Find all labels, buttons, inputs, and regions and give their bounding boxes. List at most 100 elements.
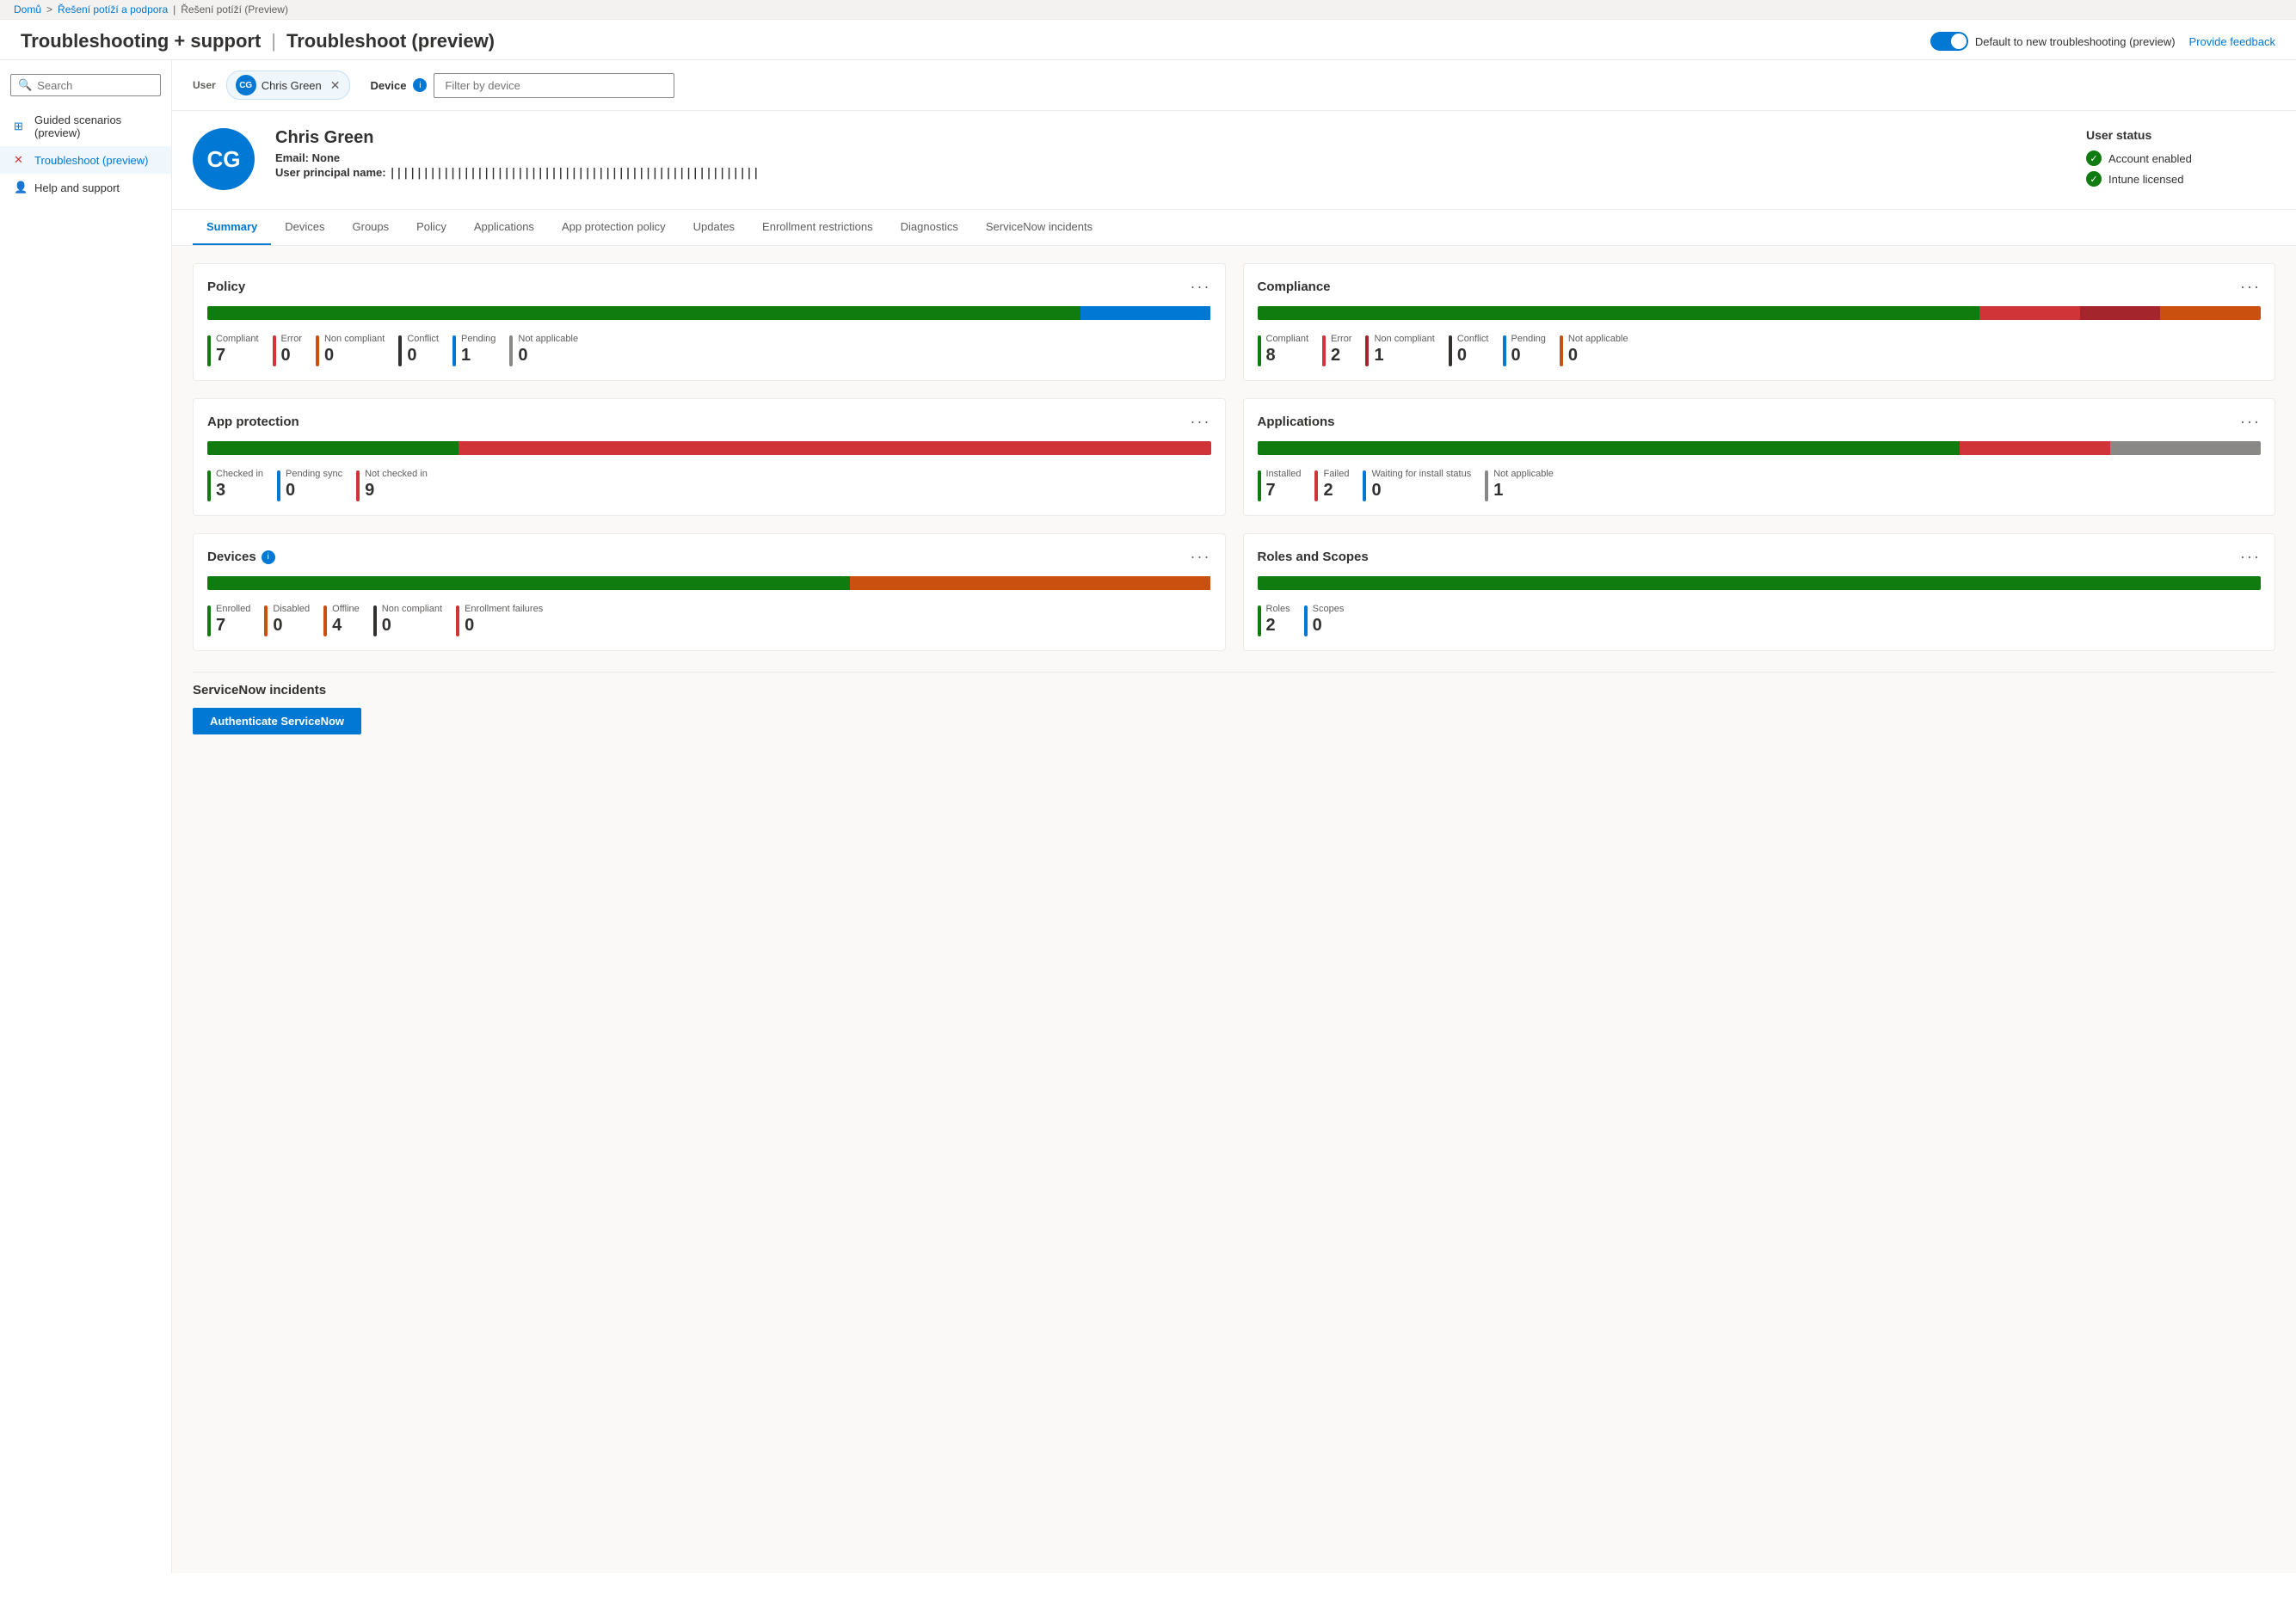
app-protection-card-title: App protection (207, 415, 299, 429)
compliance-stat-noncompliant: Non compliant 1 (1365, 334, 1434, 366)
app-protection-color-checkedin (207, 470, 211, 501)
roles-scopes-color-scopes (1304, 605, 1308, 636)
roles-scopes-bar-roles (1258, 576, 2262, 590)
policy-color-bar-notapplicable (509, 335, 513, 366)
applications-card-title: Applications (1258, 415, 1335, 429)
applications-card-header: Applications ··· (1258, 413, 2262, 431)
toggle-container[interactable]: Default to new troubleshooting (preview) (1930, 32, 2176, 51)
compliance-label-error: Error (1331, 334, 1351, 344)
roles-scopes-card-menu[interactable]: ··· (2240, 548, 2261, 566)
breadcrumb-level2: Řešení potíží (Preview) (181, 3, 288, 15)
device-filter-input[interactable] (434, 73, 674, 98)
applications-value-failed: 2 (1323, 481, 1349, 501)
applications-bar-failed (1960, 441, 2110, 455)
devices-label-enrollmentfailures: Enrollment failures (465, 604, 543, 614)
close-icon[interactable]: ✕ (330, 78, 341, 93)
tab-applications[interactable]: Applications (460, 210, 548, 245)
compliance-stats-row: Compliant 8 Error 2 No (1258, 334, 2262, 366)
devices-card-menu[interactable]: ··· (1191, 548, 1211, 566)
applications-card-menu[interactable]: ··· (2240, 413, 2261, 431)
info-icon[interactable]: i (413, 78, 427, 92)
roles-scopes-card: Roles and Scopes ··· Roles 2 (1243, 533, 2276, 651)
compliance-label-compliant: Compliant (1266, 334, 1309, 344)
sidebar-item-guided-scenarios[interactable]: ⊞ Guided scenarios (preview) (0, 107, 171, 146)
policy-card: Policy ··· Compliant 7 (193, 263, 1226, 381)
tab-policy[interactable]: Policy (403, 210, 460, 245)
user-section: User CG Chris Green ✕ (193, 71, 350, 100)
breadcrumb-sep2: | (173, 3, 175, 15)
toggle-label: Default to new troubleshooting (preview) (1975, 35, 2176, 48)
tab-devices[interactable]: Devices (271, 210, 338, 245)
user-profile-section: CG Chris Green Email: None User principa… (172, 111, 2296, 210)
applications-label-installed: Installed (1266, 469, 1302, 479)
breadcrumb-home[interactable]: Domů (14, 3, 41, 15)
tab-app-protection-policy[interactable]: App protection policy (548, 210, 680, 245)
device-section-label: Device (371, 79, 407, 92)
tab-servicenow-incidents[interactable]: ServiceNow incidents (972, 210, 1106, 245)
upn-value: ||||||||||||||||||||||||||||||||||||||||… (389, 167, 759, 180)
compliance-bar-compliant (1258, 306, 1980, 320)
compliance-label-conflict: Conflict (1457, 334, 1489, 344)
applications-label-waiting: Waiting for install status (1371, 469, 1471, 479)
policy-value-notapplicable: 0 (518, 346, 578, 366)
applications-stat-installed: Installed 7 (1258, 469, 1302, 501)
sidebar-item-help-support[interactable]: 👤 Help and support (0, 174, 171, 201)
applications-color-notapplicable (1485, 470, 1488, 501)
preview-toggle[interactable] (1930, 32, 1968, 51)
roles-scopes-value-roles: 2 (1266, 616, 1290, 636)
compliance-bar-error (1979, 306, 2080, 320)
app-protection-card-menu[interactable]: ··· (1191, 413, 1211, 431)
sidebar-nav: ⊞ Guided scenarios (preview) ✕ Troublesh… (0, 103, 171, 205)
user-upn: User principal name: |||||||||||||||||||… (275, 166, 2065, 180)
devices-label-enrolled: Enrolled (216, 604, 250, 614)
tab-diagnostics[interactable]: Diagnostics (887, 210, 972, 245)
tab-enrollment-restrictions[interactable]: Enrollment restrictions (748, 210, 887, 245)
devices-color-enrollmentfailures (456, 605, 459, 636)
compliance-stat-error: Error 2 (1322, 334, 1351, 366)
search-icon: 🔍 (18, 78, 32, 92)
breadcrumb: Domů > Řešení potíží a podpora | Řešení … (0, 0, 2296, 20)
applications-bar-chart (1258, 441, 2262, 455)
app-protection-label-checkedin: Checked in (216, 469, 263, 479)
sidebar-item-troubleshoot[interactable]: ✕ Troubleshoot (preview) (0, 146, 171, 174)
authenticate-servicenow-button[interactable]: Authenticate ServiceNow (193, 708, 361, 734)
devices-color-enrolled (207, 605, 211, 636)
avatar: CG (236, 75, 256, 95)
app-protection-bar-chart (207, 441, 1211, 455)
tab-summary[interactable]: Summary (193, 210, 271, 245)
compliance-card: Compliance ··· Compliant 8 (1243, 263, 2276, 381)
compliance-color-bar-pending (1503, 335, 1506, 366)
compliance-value-pending: 0 (1511, 346, 1546, 366)
app-protection-value-notcheckedin: 9 (365, 481, 428, 501)
policy-card-menu[interactable]: ··· (1191, 278, 1211, 296)
compliance-label-notapplicable: Not applicable (1568, 334, 1628, 344)
devices-value-enrollmentfailures: 0 (465, 616, 543, 636)
user-status-panel: User status ✓ Account enabled ✓ Intune l… (2086, 128, 2275, 192)
user-profile-info: Chris Green Email: None User principal n… (275, 128, 2065, 180)
policy-card-header: Policy ··· (207, 278, 1211, 296)
compliance-bar-chart (1258, 306, 2262, 320)
user-chip[interactable]: CG Chris Green ✕ (226, 71, 350, 100)
compliance-color-bar-error (1322, 335, 1326, 366)
upn-label: User principal name: (275, 166, 386, 179)
tab-updates[interactable]: Updates (680, 210, 748, 245)
feedback-link[interactable]: Provide feedback (2189, 35, 2275, 48)
compliance-card-menu[interactable]: ··· (2240, 278, 2261, 296)
device-section: Device i (371, 73, 675, 98)
tab-groups[interactable]: Groups (339, 210, 403, 245)
search-input[interactable] (37, 79, 153, 92)
user-name: Chris Green (275, 128, 2065, 148)
compliance-stat-conflict: Conflict 0 (1449, 334, 1489, 366)
devices-value-noncompliant: 0 (382, 616, 442, 636)
devices-info-icon[interactable]: i (262, 550, 275, 564)
sidebar-item-label-help: Help and support (34, 181, 120, 194)
policy-label-compliant: Compliant (216, 334, 259, 344)
compliance-color-bar-noncompliant (1365, 335, 1369, 366)
app-protection-value-pendingsync: 0 (286, 481, 342, 501)
applications-stat-waiting: Waiting for install status 0 (1363, 469, 1471, 501)
breadcrumb-level1[interactable]: Řešení potíží a podpora (58, 3, 168, 15)
roles-scopes-label-scopes: Scopes (1313, 604, 1345, 614)
policy-color-bar-compliant (207, 335, 211, 366)
roles-scopes-card-title: Roles and Scopes (1258, 550, 1369, 564)
search-box[interactable]: 🔍 (10, 74, 161, 96)
